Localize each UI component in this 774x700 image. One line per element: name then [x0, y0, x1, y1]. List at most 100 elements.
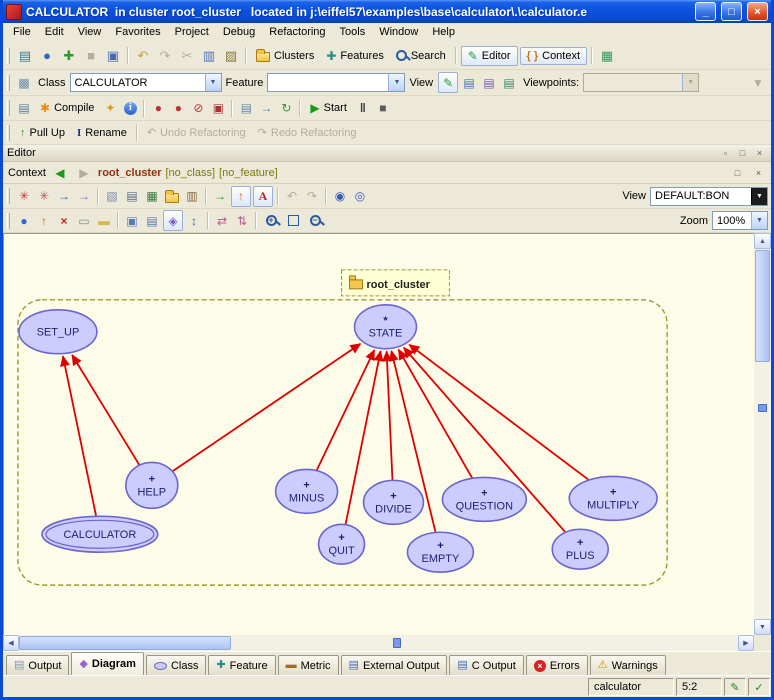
anchor-icon[interactable]: ◉ — [330, 186, 350, 207]
zoom-combobox[interactable]: 100% ▼ — [712, 211, 768, 230]
menu-project[interactable]: Project — [168, 24, 216, 41]
reorder-icon[interactable]: ↕ — [184, 210, 204, 231]
toolbar-grip[interactable] — [7, 188, 10, 204]
maximize-context-icon[interactable]: □ — [730, 166, 745, 179]
class-node-calculator[interactable]: CALCULATOR — [42, 516, 158, 552]
toolbar-overflow-icon[interactable]: ▼ — [748, 72, 768, 93]
features-button[interactable]: ✚ Features — [320, 47, 389, 65]
zoom-value[interactable]: 100% — [713, 212, 751, 229]
class-node-minus[interactable]: +MINUS — [276, 469, 338, 513]
feature-combobox[interactable]: ▼ — [267, 73, 405, 92]
save-all-icon[interactable]: ▣ — [102, 45, 124, 66]
tab-metric[interactable]: ▬Metric — [278, 655, 339, 675]
force-directed-layout-icon[interactable]: ◈ — [163, 210, 183, 231]
step-icon[interactable]: → — [256, 98, 276, 119]
client-supplier-link-icon[interactable]: → — [54, 186, 74, 207]
class-node-multiply[interactable]: +MULTIPLY — [569, 476, 657, 520]
tab-class[interactable]: Class — [146, 655, 207, 675]
menu-file[interactable]: File — [6, 24, 38, 41]
diagram-undo-icon[interactable]: ↶ — [282, 186, 302, 207]
add-class-icon[interactable]: ✚ — [58, 45, 80, 66]
class-node-question[interactable]: +QUESTION — [442, 477, 526, 521]
history-back-icon[interactable]: ◀ — [50, 162, 70, 183]
toolbar-grip[interactable] — [7, 213, 10, 229]
viewpoints-combobox[interactable]: ▼ — [583, 73, 699, 92]
tab-feature[interactable]: ✚Feature — [208, 655, 275, 675]
class-node-help[interactable]: +HELP — [126, 462, 178, 508]
menu-window[interactable]: Window — [372, 24, 425, 41]
inheritance-link-multiply-state[interactable] — [409, 345, 589, 480]
vertical-scroll-thumb[interactable] — [755, 250, 770, 362]
minimize-button[interactable]: _ — [695, 2, 716, 21]
text-labels-icon[interactable]: A — [253, 186, 273, 207]
export-png-icon[interactable]: ▧ — [102, 186, 122, 207]
open-cluster-icon[interactable] — [162, 186, 182, 207]
save-icon[interactable]: ■ — [80, 45, 102, 66]
diagram-canvas[interactable]: root_clusterSET_UP*STATE+HELPCALCULATOR+… — [4, 234, 754, 635]
parent-cluster-icon[interactable]: ↑ — [231, 186, 251, 207]
redo-refactoring-button[interactable]: ↷ Redo Refactoring — [252, 124, 363, 141]
inheritance-link-divide-state[interactable] — [387, 351, 393, 480]
new-window-icon[interactable]: ▤ — [14, 45, 36, 66]
class-combobox[interactable]: CALCULATOR ▼ — [70, 73, 222, 92]
context-toggle-button[interactable]: { } Context — [520, 47, 588, 65]
project-info-icon[interactable]: i — [120, 98, 140, 119]
rename-button[interactable]: I Rename — [71, 125, 133, 141]
unanchor-icon[interactable]: ◎ — [350, 186, 370, 207]
vertical-scroll-track[interactable] — [754, 249, 771, 619]
copy-icon[interactable]: ▥ — [198, 45, 220, 66]
close-button[interactable]: × — [747, 2, 768, 21]
tab-diagram[interactable]: ◆Diagram — [71, 652, 144, 675]
class-relations-icon[interactable]: ✳ — [14, 186, 34, 207]
class-combobox-dropdown-icon[interactable]: ▼ — [205, 74, 221, 91]
debug-attach-icon[interactable]: ● — [168, 98, 188, 119]
editor-toggle-button[interactable]: ✎ Editor — [461, 46, 518, 66]
diagram-view-dropdown-icon[interactable]: ▼ — [751, 188, 767, 205]
scroll-up-icon[interactable]: ▲ — [754, 233, 771, 249]
history-forward-icon[interactable]: ▶ — [74, 162, 94, 183]
breakpoints-icon[interactable]: ▣ — [208, 98, 228, 119]
tab-errors[interactable]: ×Errors — [526, 655, 588, 675]
feature-combobox-value[interactable] — [268, 74, 388, 91]
class-node-plus[interactable]: +PLUS — [552, 529, 608, 569]
horizontal-scrollbar[interactable]: ◀ ▶ — [3, 635, 754, 651]
tab-c-output[interactable]: ▤C Output — [449, 655, 523, 675]
menu-help[interactable]: Help — [425, 24, 462, 41]
bon-view-icon[interactable]: ● — [14, 210, 34, 231]
statistics-icon[interactable]: ▦ — [142, 186, 162, 207]
horizontal-scroll-thumb[interactable] — [19, 636, 231, 650]
menu-edit[interactable]: Edit — [38, 24, 71, 41]
scroll-left-icon[interactable]: ◀ — [3, 635, 19, 651]
start-button[interactable]: ▶ Start — [304, 99, 352, 117]
quality-layout-icon[interactable]: ▣ — [122, 210, 142, 231]
documentation-view-icon[interactable]: ▤ — [499, 72, 519, 93]
finalize-key-icon[interactable]: ✦ — [100, 98, 120, 119]
diagram-redo-icon[interactable]: ↷ — [302, 186, 322, 207]
scroll-right-icon[interactable]: ▶ — [738, 635, 754, 651]
class-node-set_up[interactable]: SET_UP — [19, 310, 97, 354]
context-cluster-link[interactable]: root_cluster — [98, 167, 162, 179]
redo-icon[interactable]: ↷ — [154, 45, 176, 66]
horizontal-scroll-track[interactable] — [19, 635, 738, 651]
maximize-button[interactable]: □ — [721, 2, 742, 21]
undo-icon[interactable]: ↶ — [132, 45, 154, 66]
tab-external-output[interactable]: ▤External Output — [341, 655, 448, 675]
zoom-dropdown-icon[interactable]: ▼ — [751, 212, 767, 229]
go-to-target-icon[interactable]: → — [210, 186, 230, 207]
eraser-icon[interactable]: ▬ — [94, 210, 114, 231]
horizontal-layout-icon[interactable]: ⇄ — [212, 210, 232, 231]
inheritance-link-calculator-set_up[interactable] — [63, 356, 96, 516]
flat-view-icon[interactable]: ▤ — [459, 72, 479, 93]
editor-view-icon[interactable]: ✎ — [438, 72, 458, 93]
vertical-scrollbar[interactable]: ▲ ▼ — [754, 233, 771, 635]
close-panel-icon[interactable]: × — [752, 147, 767, 160]
debug-disable-icon[interactable]: ⊘ — [188, 98, 208, 119]
zoom-in-button[interactable]: + — [260, 210, 282, 231]
delete-item-icon[interactable]: × — [54, 210, 74, 231]
class-node-state[interactable]: *STATE — [355, 305, 417, 349]
pull-up-button[interactable]: ↑ Pull Up — [14, 125, 71, 141]
tab-output[interactable]: ▤Output — [6, 655, 69, 675]
diagram-canvas-container[interactable]: root_clusterSET_UP*STATE+HELPCALCULATOR+… — [3, 233, 754, 635]
diagram-view-value[interactable]: DEFAULT:BON — [651, 188, 751, 205]
inheritance-link-icon[interactable]: → — [74, 186, 94, 207]
